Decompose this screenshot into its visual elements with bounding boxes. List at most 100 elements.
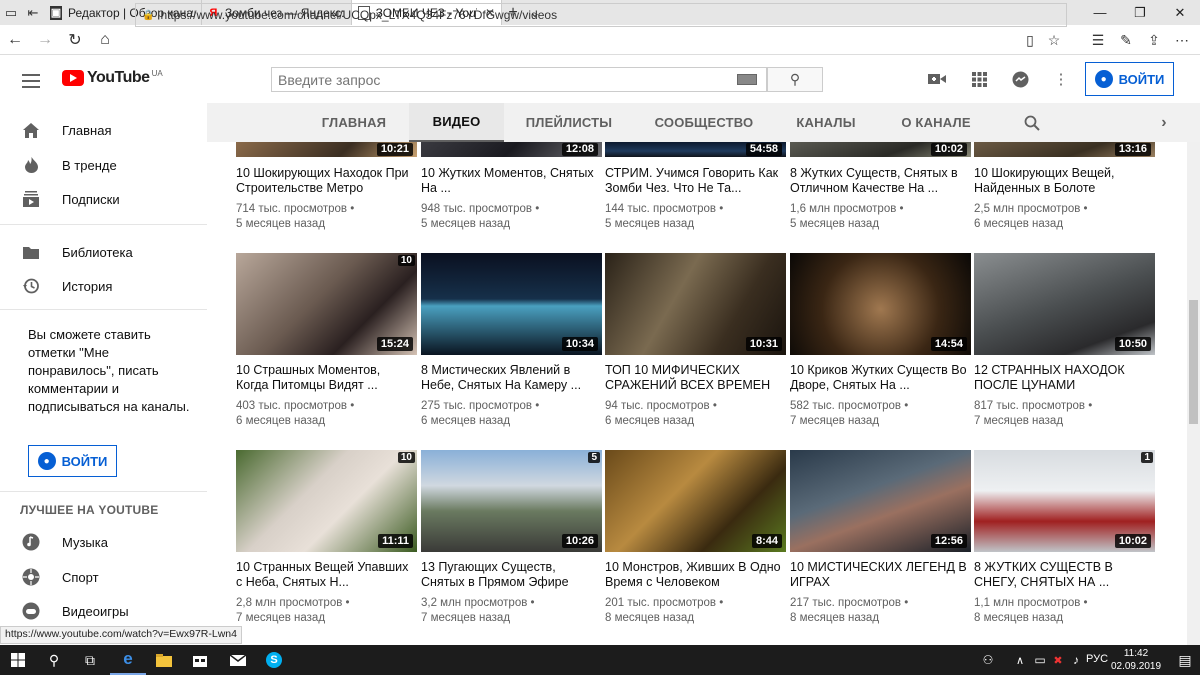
close-window-icon[interactable]: ✕	[1160, 0, 1200, 25]
video-thumbnail[interactable]: 15:24 10	[236, 253, 417, 355]
video-title[interactable]: 13 Пугающих Существ, Снятых в Прямом Эфи…	[421, 560, 601, 590]
video-thumbnail[interactable]: 10:50	[974, 253, 1155, 355]
video-thumbnail[interactable]: 10:26 5	[421, 450, 602, 552]
keyboard-icon[interactable]	[737, 74, 757, 85]
volume-icon[interactable]: ♪	[1064, 645, 1088, 675]
video-thumbnail[interactable]: 11:11 10	[236, 450, 417, 552]
windows-start-icon[interactable]	[0, 645, 36, 675]
action-center-icon[interactable]: ▤	[1170, 645, 1200, 675]
video-title[interactable]: 8 ЖУТКИХ СУЩЕСТВ В СНЕГУ, СНЯТЫХ НА ...	[974, 560, 1154, 590]
video-thumbnail[interactable]: 10:21	[236, 142, 417, 157]
video-duration: 11:11	[378, 534, 413, 548]
youtube-logo[interactable]: YouTube UA	[62, 69, 163, 87]
minimize-icon[interactable]: —	[1080, 0, 1120, 25]
sidebar-item-subscriptions[interactable]: Подписки	[0, 182, 207, 216]
home-browser-icon[interactable]: ⌂	[90, 25, 120, 55]
file-explorer-icon[interactable]	[146, 645, 182, 675]
video-thumbnail[interactable]: 12:56	[790, 450, 971, 552]
video-title[interactable]: 10 Монстров, Живших В Одно Время с Челов…	[605, 560, 785, 590]
favorite-star-icon[interactable]: ☆	[1040, 25, 1068, 55]
video-title[interactable]: 10 Криков Жутких Существ Во Дворе, Сняты…	[790, 363, 970, 393]
sidebar-item-sport[interactable]: Спорт	[0, 560, 207, 594]
signin-button[interactable]: ● ВОЙТИ	[1085, 62, 1174, 96]
video-thumbnail[interactable]: 10:34	[421, 253, 602, 355]
channel-search-icon[interactable]	[1018, 103, 1046, 142]
trending-icon	[22, 156, 40, 174]
settings-more-icon[interactable]: ⋮	[1050, 69, 1072, 89]
search-input[interactable]: Введите запрос	[271, 67, 767, 92]
tab-back-icon[interactable]: ⇤	[22, 0, 44, 25]
mail-icon[interactable]	[220, 645, 256, 675]
pen-icon[interactable]: ✎	[1112, 25, 1140, 55]
edit-icon: ▣	[50, 5, 62, 20]
video-thumbnail[interactable]: 10:02 1	[974, 450, 1155, 552]
video-views: 582 тыс. просмотров •	[790, 400, 909, 412]
tab-videos[interactable]: ВИДЕО	[409, 103, 504, 142]
back-icon[interactable]: ←	[0, 25, 30, 55]
sidebar-item-music[interactable]: Музыка	[0, 525, 207, 559]
taskbar-search-icon[interactable]: ⚲	[36, 645, 72, 675]
search-button[interactable]: ⚲	[767, 67, 823, 92]
scrollbar-thumb[interactable]	[1189, 300, 1198, 424]
tabs-next-chevron-icon[interactable]: ›	[1152, 103, 1176, 142]
video-views: 1,1 млн просмотров •	[974, 597, 1088, 609]
create-video-icon[interactable]	[926, 69, 948, 89]
edge-browser-icon[interactable]: e	[110, 645, 146, 675]
sidebar-item-gaming[interactable]: Видеоигры	[0, 594, 207, 628]
clock[interactable]: 11:42 02.09.2019	[1106, 647, 1166, 673]
video-title[interactable]: 10 Страшных Моментов, Когда Питомцы Видя…	[236, 363, 416, 393]
tab-community[interactable]: СООБЩЕСТВО	[650, 103, 758, 142]
sidebar-item-library[interactable]: Библиотека	[0, 235, 207, 269]
video-thumbnail[interactable]: 54:58	[605, 142, 786, 157]
video-title[interactable]: 10 Жутких Моментов, Снятых На ...	[421, 166, 601, 196]
url-field[interactable]: 🔒 https://www.youtube.com/channel/UCQpx_…	[135, 3, 1067, 27]
video-age: 6 месяцев назад	[236, 415, 326, 427]
tab-home[interactable]: ГЛАВНАЯ	[311, 103, 397, 142]
sidebar-item-history[interactable]: История	[0, 269, 207, 303]
video-thumbnail[interactable]: 10:31	[605, 253, 786, 355]
video-title[interactable]: ТОП 10 МИФИЧЕСКИХ СРАЖЕНИЙ ВСЕХ ВРЕМЕН	[605, 363, 785, 393]
refresh-icon[interactable]: ↻	[60, 25, 90, 55]
video-age: 5 месяцев назад	[790, 218, 880, 230]
divider	[0, 309, 207, 310]
video-thumbnail[interactable]: 12:08	[421, 142, 602, 157]
sidebar-item-trending[interactable]: В тренде	[0, 148, 207, 182]
video-thumbnail[interactable]: 13:16	[974, 142, 1155, 157]
sidebar-item-home[interactable]: Главная	[0, 113, 207, 147]
video-title[interactable]: 10 МИСТИЧЕСКИХ ЛЕГЕНД В ИГРАХ	[790, 560, 970, 590]
video-title[interactable]: 8 Жутких Существ, Снятых в Отличном Каче…	[790, 166, 970, 196]
video-title[interactable]: 10 Шокирующих Находок При Строительстве …	[236, 166, 416, 196]
skype-icon[interactable]: S	[256, 645, 292, 675]
video-duration: 10:50	[1114, 337, 1151, 351]
tab-preview-icon[interactable]: ▭	[0, 0, 22, 25]
video-thumbnail[interactable]: 10:02	[790, 142, 971, 157]
video-age: 5 месяцев назад	[605, 218, 695, 230]
video-title[interactable]: СТРИМ. Учимся Говорить Как Зомби Чез. Чт…	[605, 166, 785, 196]
video-title[interactable]: 10 Шокирующих Вещей, Найденных в Болоте	[974, 166, 1154, 196]
video-title[interactable]: 12 СТРАННЫХ НАХОДОК ПОСЛЕ ЦУНАМИ	[974, 363, 1154, 393]
video-age: 7 месяцев назад	[974, 415, 1064, 427]
people-icon[interactable]: ⚇	[976, 645, 1000, 675]
sidebar-signin-button[interactable]: ● ВОЙТИ	[28, 445, 117, 477]
language-indicator[interactable]: РУС	[1086, 653, 1108, 665]
favorites-hub-icon[interactable]: ☰	[1084, 25, 1112, 55]
maximize-icon[interactable]: ❐	[1120, 0, 1160, 25]
video-age: 6 месяцев назад	[974, 218, 1064, 230]
video-title[interactable]: 10 Странных Вещей Упавших с Неба, Снятых…	[236, 560, 416, 590]
tab-playlists[interactable]: ПЛЕЙЛИСТЫ	[518, 103, 620, 142]
video-thumbnail[interactable]: 14:54	[790, 253, 971, 355]
playlist-count-badge: 5	[588, 452, 600, 463]
task-view-icon[interactable]: ⧉	[72, 645, 108, 675]
video-title[interactable]: 8 Мистических Явлений в Небе, Снятых На …	[421, 363, 601, 393]
more-icon[interactable]: ⋯	[1168, 25, 1196, 55]
video-age: 8 месяцев назад	[790, 612, 880, 624]
store-icon[interactable]	[182, 645, 218, 675]
forward-icon[interactable]: →	[30, 25, 60, 55]
tab-about[interactable]: О КАНАЛЕ	[895, 103, 977, 142]
messages-icon[interactable]	[1009, 69, 1031, 89]
tab-channels[interactable]: КАНАЛЫ	[790, 103, 862, 142]
share-icon[interactable]: ⇪	[1140, 25, 1168, 55]
video-thumbnail[interactable]: 8:44	[605, 450, 786, 552]
apps-grid-icon[interactable]	[968, 69, 990, 89]
menu-icon[interactable]	[22, 74, 40, 92]
